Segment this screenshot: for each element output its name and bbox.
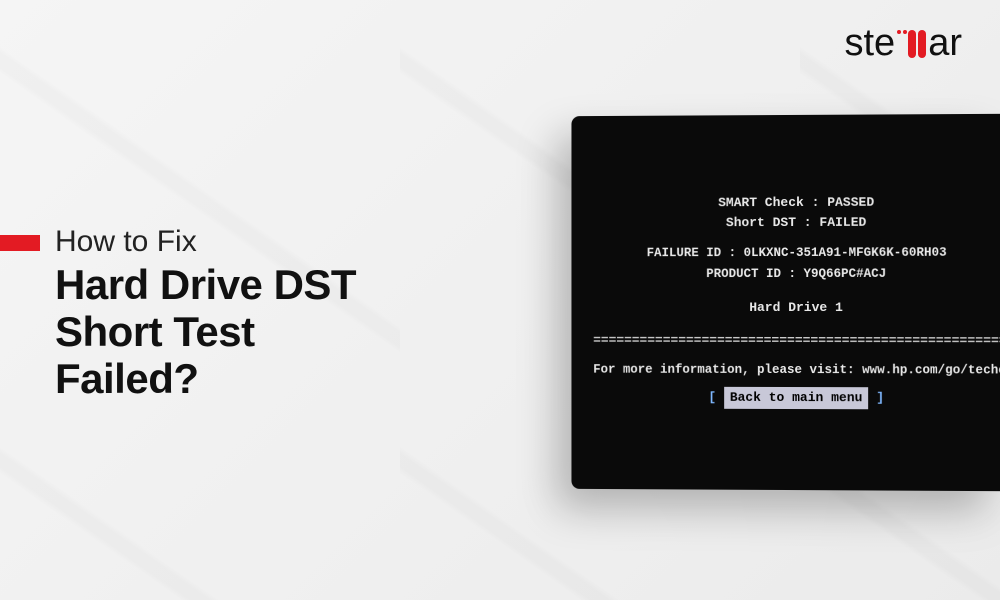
failure-id-line: FAILURE ID : 0LKXNC-351A91-MFGK6K-60RH03 [593,244,1000,263]
divider-line: ========================================… [593,331,1000,351]
logo-bars-icon [896,30,927,58]
subtitle: How to Fix [55,225,356,259]
short-dst-line: Short DST : FAILED [593,212,1000,232]
smart-check-line: SMART Check : PASSED [593,192,1000,213]
bios-screenshot: SMART Check : PASSED Short DST : FAILED … [571,114,1000,491]
drive-label: Hard Drive 1 [593,297,1000,317]
main-title: Hard Drive DST Short Test Failed? [55,261,356,402]
stellar-logo: ste ar [845,22,963,65]
bracket-close-icon: ] [868,390,884,405]
product-id-line: PRODUCT ID : Y9Q66PC#ACJ [593,265,1000,284]
logo-text-prefix: ste [845,22,896,65]
logo-text-suffix: ar [928,22,962,65]
title-block: How to Fix Hard Drive DST Short Test Fai… [0,225,356,402]
red-accent-bar [0,235,40,251]
back-to-menu-button[interactable]: Back to main menu [724,387,869,409]
info-url-line: For more information, please visit: www.… [593,360,1000,380]
menu-button-row: [ Back to main menu ] [593,381,1000,410]
bracket-open-icon: [ [708,390,724,405]
